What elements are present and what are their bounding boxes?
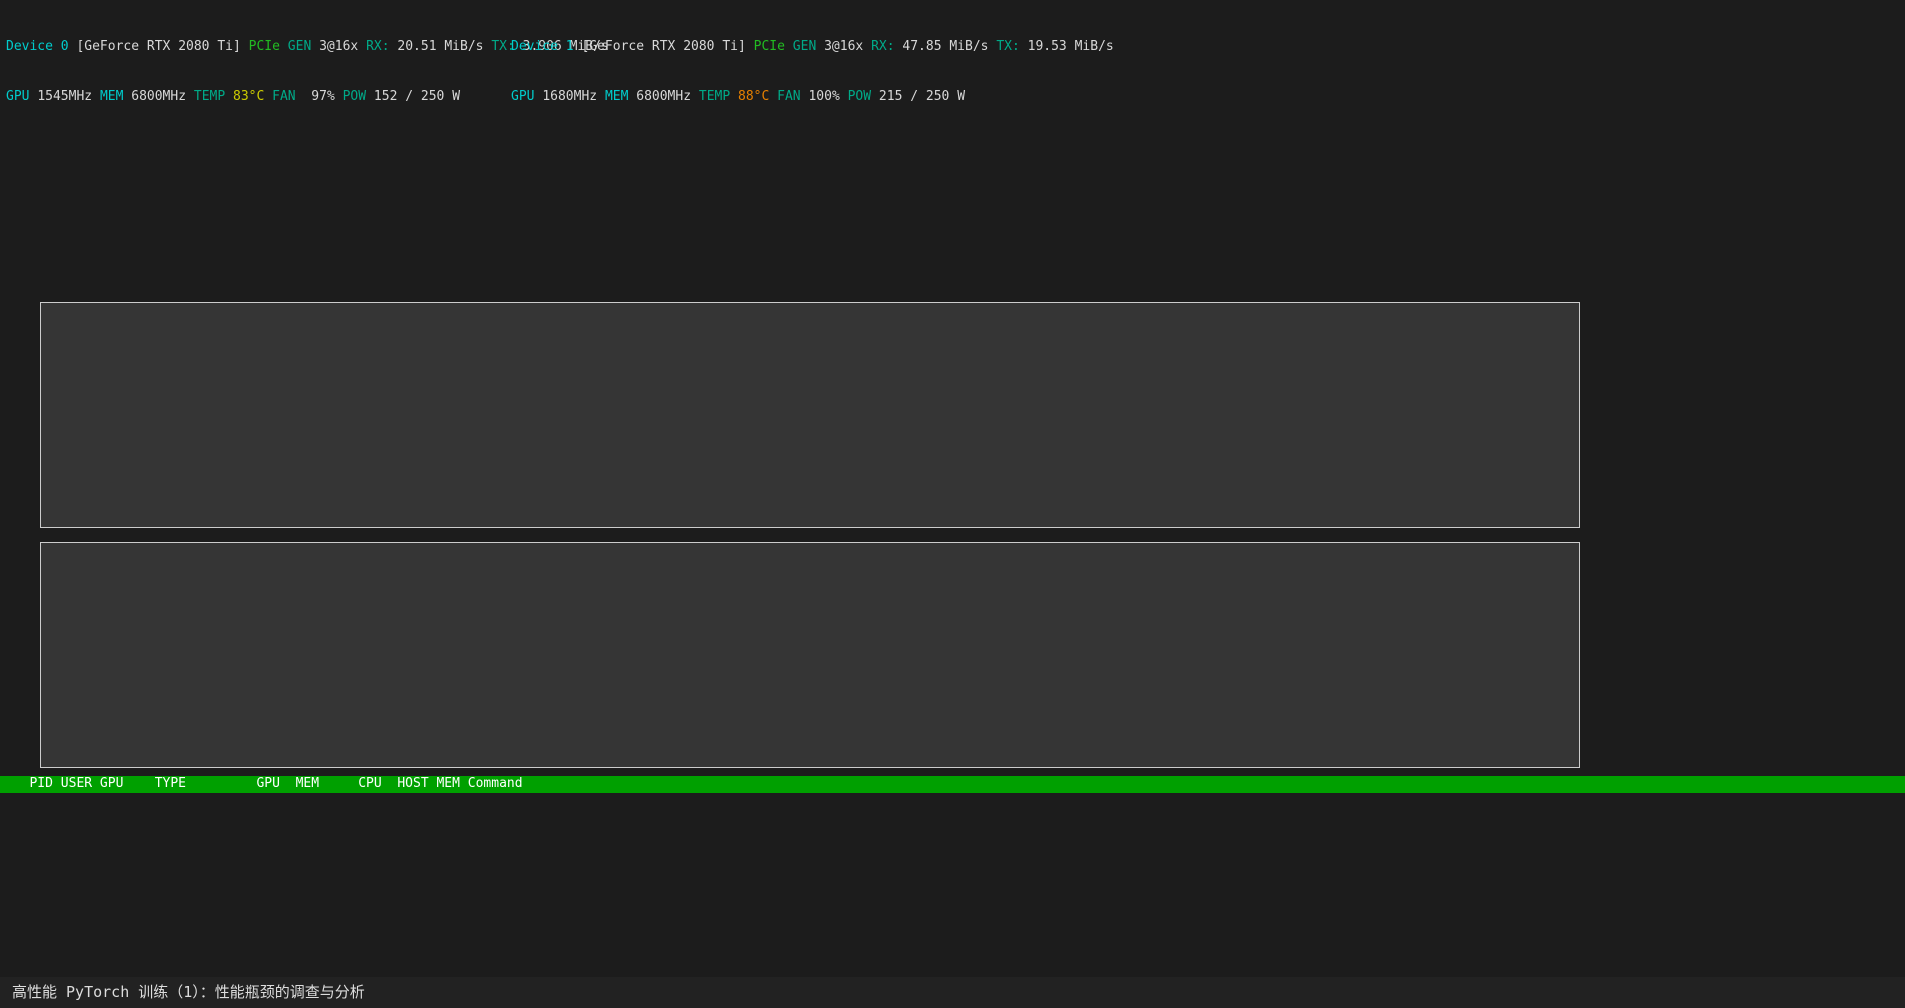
process-table: PID USER GPU TYPE GPU MEM CPU HOST MEM C…: [0, 776, 1905, 793]
device-stats: Device 0 [GeForce RTX 2080 Ti] PCIe GEN …: [0, 0, 1905, 298]
footer-caption: 高性能 PyTorch 训练（1）：性能瓶颈的调查与分析: [0, 977, 1905, 1008]
chart-gpu01: [10, 302, 1895, 528]
proc-header: PID USER GPU TYPE GPU MEM CPU HOST MEM C…: [0, 776, 1905, 793]
chart-gpu23: [10, 542, 1895, 768]
